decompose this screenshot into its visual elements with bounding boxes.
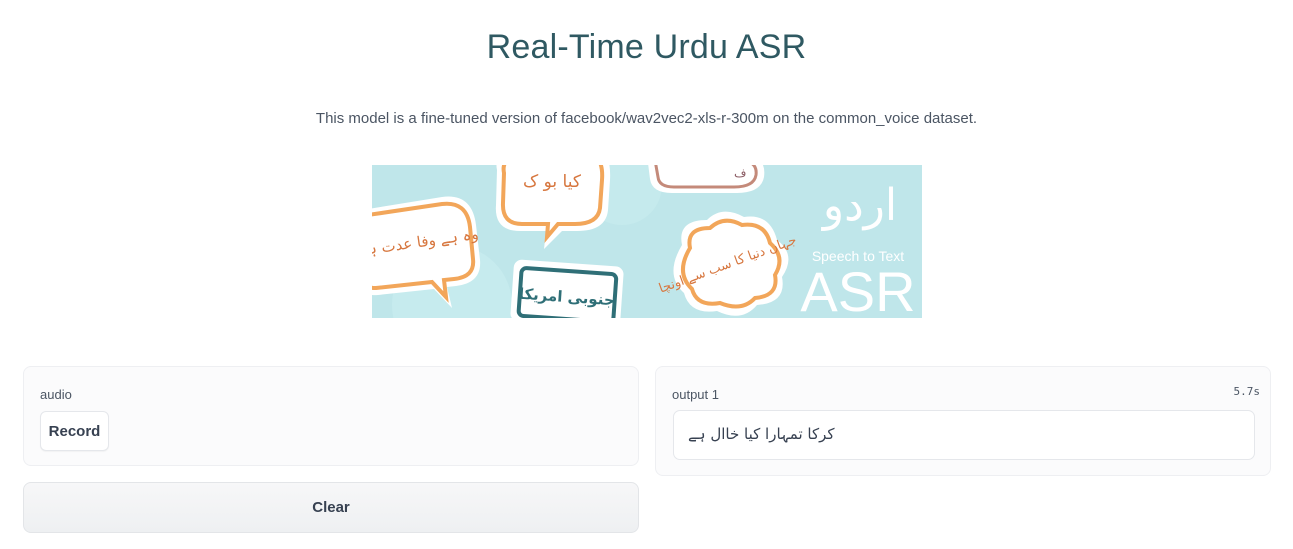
svg-text:ف: ف xyxy=(734,166,746,180)
output-panel: output 1 5.7s کرکا تمہارا کیا خاال ہے xyxy=(655,366,1271,476)
speech-bubble-center: جنوبی امریکا xyxy=(510,259,624,318)
clear-button[interactable]: Clear xyxy=(23,482,639,533)
output-label: output 1 xyxy=(672,387,719,402)
speech-bubble-topright: ف xyxy=(648,165,765,193)
page-title: Real-Time Urdu ASR xyxy=(486,28,807,66)
audio-label: audio xyxy=(40,387,72,402)
page-description: This model is a fine-tuned version of fa… xyxy=(315,110,978,127)
app-page: Real-Time Urdu ASR This model is a fine-… xyxy=(0,0,1293,549)
logo-asr-text: ASR xyxy=(800,260,915,318)
record-button[interactable]: Record xyxy=(40,411,109,451)
audio-input-panel: audio Record xyxy=(23,366,639,466)
inference-timer: 5.7s xyxy=(1233,385,1261,398)
logo-urdu-text: اردو xyxy=(821,180,897,231)
bubble-text-1: کیا بو ک xyxy=(523,172,582,192)
banner-image: کیا بو ک ف وہ ہے وفا عدت ہو جنوبی امریکا xyxy=(372,165,922,318)
output-textbox[interactable]: کرکا تمہارا کیا خاال ہے xyxy=(673,410,1255,460)
